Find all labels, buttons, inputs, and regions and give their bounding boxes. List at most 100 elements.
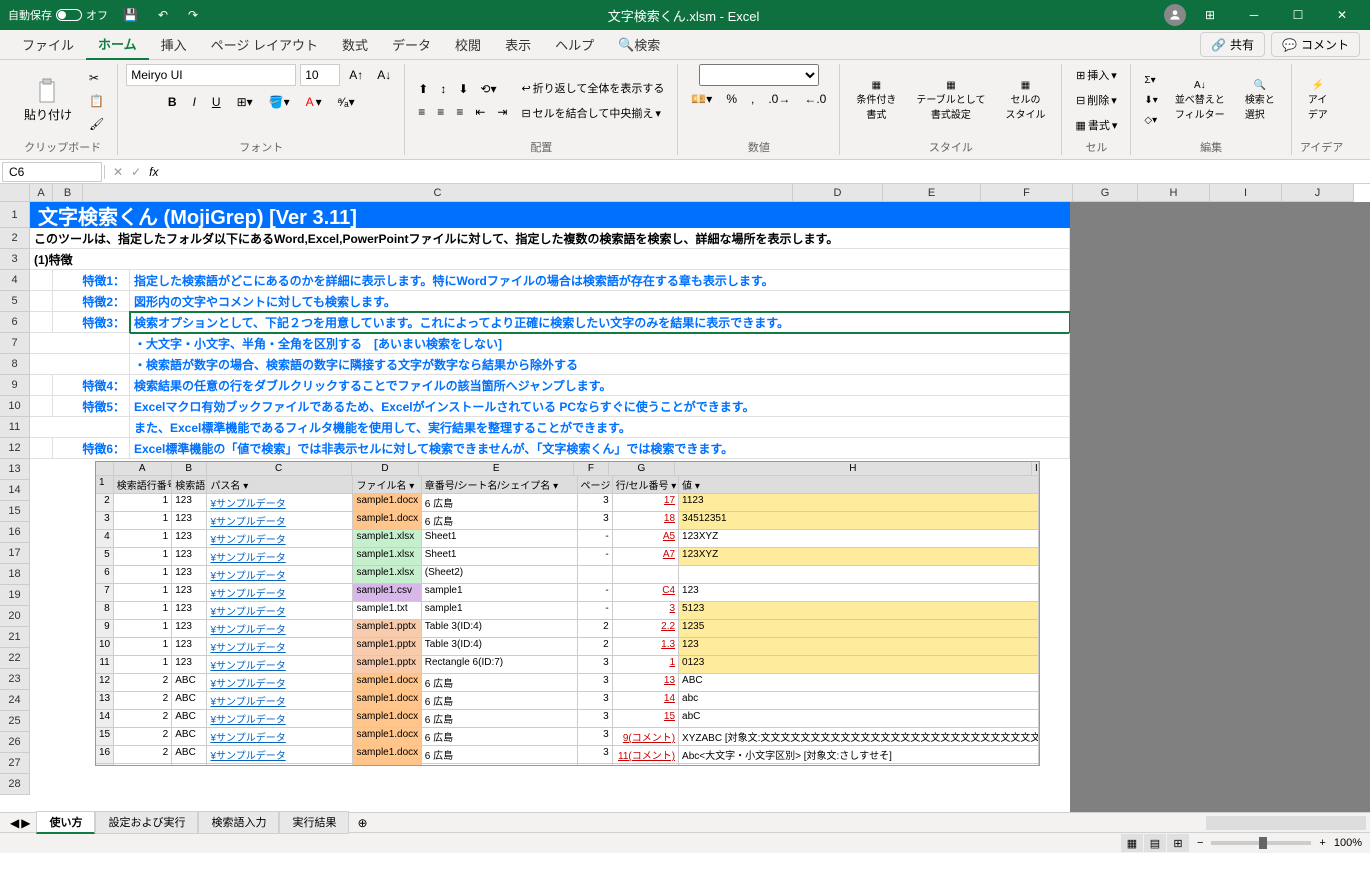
font-name-input[interactable] bbox=[126, 64, 296, 86]
comma-icon[interactable]: , bbox=[746, 89, 759, 109]
row-header-16[interactable]: 16 bbox=[0, 522, 30, 543]
col-header-D[interactable]: D bbox=[793, 184, 883, 202]
row-header-28[interactable]: 28 bbox=[0, 774, 30, 795]
tab-file[interactable]: ファイル bbox=[10, 30, 86, 60]
user-avatar-icon[interactable] bbox=[1164, 4, 1186, 26]
tab-help[interactable]: ヘルプ bbox=[543, 30, 606, 60]
sheet-tab-1[interactable]: 設定および実行 bbox=[95, 811, 198, 834]
delete-cells-button[interactable]: ⊟ 削除 ▾ bbox=[1071, 89, 1122, 111]
row-header-18[interactable]: 18 bbox=[0, 564, 30, 585]
tab-home[interactable]: ホーム bbox=[86, 30, 149, 60]
col-header-F[interactable]: F bbox=[981, 184, 1073, 202]
share-button[interactable]: 🔗 共有 bbox=[1200, 32, 1265, 57]
page-layout-view-icon[interactable]: ▤ bbox=[1144, 834, 1166, 852]
select-all-corner[interactable] bbox=[0, 184, 30, 202]
cut-icon[interactable]: ✂ bbox=[84, 68, 109, 88]
increase-decimal-icon[interactable]: .0→ bbox=[763, 89, 795, 109]
undo-icon[interactable]: ↶ bbox=[153, 5, 173, 25]
align-center-icon[interactable]: ≡ bbox=[432, 102, 449, 122]
orientation-icon[interactable]: ⟲▾ bbox=[475, 79, 501, 99]
merge-center-button[interactable]: ⊟ セルを結合して中央揃え ▾ bbox=[516, 102, 669, 124]
indent-dec-icon[interactable]: ⇤ bbox=[470, 102, 490, 122]
tab-formulas[interactable]: 数式 bbox=[330, 30, 380, 60]
formula-input[interactable] bbox=[166, 165, 1362, 179]
maximize-button[interactable]: ☐ bbox=[1278, 0, 1318, 30]
row-header-12[interactable]: 12 bbox=[0, 438, 30, 459]
col-header-B[interactable]: B bbox=[53, 184, 83, 202]
conditional-format-button[interactable]: ▦条件付き 書式 bbox=[848, 76, 904, 125]
row-header-21[interactable]: 21 bbox=[0, 627, 30, 648]
sheet-tab-2[interactable]: 検索語入力 bbox=[198, 811, 279, 834]
tab-view[interactable]: 表示 bbox=[493, 30, 543, 60]
increase-font-icon[interactable]: A↑ bbox=[344, 64, 368, 86]
bold-icon[interactable]: B bbox=[163, 92, 182, 112]
save-icon[interactable]: 💾 bbox=[118, 5, 143, 25]
number-format-select[interactable] bbox=[699, 64, 819, 86]
tab-data[interactable]: データ bbox=[380, 30, 443, 60]
col-header-H[interactable]: H bbox=[1138, 184, 1210, 202]
row-header-4[interactable]: 4 bbox=[0, 270, 30, 291]
row-header-5[interactable]: 5 bbox=[0, 291, 30, 312]
percent-icon[interactable]: % bbox=[721, 89, 742, 109]
tab-review[interactable]: 校閲 bbox=[443, 30, 493, 60]
row-header-10[interactable]: 10 bbox=[0, 396, 30, 417]
row-header-9[interactable]: 9 bbox=[0, 375, 30, 396]
col-header-G[interactable]: G bbox=[1073, 184, 1138, 202]
phonetic-icon[interactable]: ᵃ⁄ₐ▾ bbox=[333, 92, 360, 112]
sheet-next-icon[interactable]: ▶ bbox=[21, 816, 30, 830]
col-header-J[interactable]: J bbox=[1282, 184, 1354, 202]
fill-color-icon[interactable]: 🪣▾ bbox=[264, 92, 295, 112]
row-header-15[interactable]: 15 bbox=[0, 501, 30, 522]
horizontal-scrollbar[interactable] bbox=[1206, 816, 1366, 830]
row-header-17[interactable]: 17 bbox=[0, 543, 30, 564]
ideas-button[interactable]: ⚡アイ デア bbox=[1300, 76, 1336, 125]
align-middle-icon[interactable]: ↕ bbox=[435, 79, 451, 99]
col-header-E[interactable]: E bbox=[883, 184, 981, 202]
col-header-A[interactable]: A bbox=[30, 184, 53, 202]
format-painter-icon[interactable]: 🖌 bbox=[84, 114, 109, 134]
row-header-3[interactable]: 3 bbox=[0, 249, 30, 270]
page-break-view-icon[interactable]: ⊞ bbox=[1167, 834, 1189, 852]
fill-icon[interactable]: ⬇▾ bbox=[1139, 92, 1162, 109]
decrease-font-icon[interactable]: A↓ bbox=[372, 64, 396, 86]
font-color-icon[interactable]: A▾ bbox=[301, 92, 327, 112]
sheet-prev-icon[interactable]: ◀ bbox=[10, 816, 19, 830]
row-header-19[interactable]: 19 bbox=[0, 585, 30, 606]
decrease-decimal-icon[interactable]: ←.0 bbox=[799, 89, 831, 109]
clear-icon[interactable]: ◇▾ bbox=[1139, 112, 1162, 129]
row-header-13[interactable]: 13 bbox=[0, 459, 30, 480]
row-header-23[interactable]: 23 bbox=[0, 669, 30, 690]
name-box[interactable]: C6 bbox=[2, 162, 102, 182]
sheet-tab-0[interactable]: 使い方 bbox=[36, 811, 95, 834]
sort-filter-button[interactable]: A↓並べ替えと フィルター bbox=[1167, 76, 1233, 125]
align-top-icon[interactable]: ⬆ bbox=[413, 79, 433, 99]
zoom-slider[interactable] bbox=[1211, 841, 1311, 845]
row-header-27[interactable]: 27 bbox=[0, 753, 30, 774]
border-icon[interactable]: ⊞▾ bbox=[232, 92, 258, 112]
accept-formula-icon[interactable]: ✓ bbox=[131, 165, 141, 179]
align-right-icon[interactable]: ≡ bbox=[451, 102, 468, 122]
copy-icon[interactable]: 📋 bbox=[84, 91, 109, 111]
row-header-11[interactable]: 11 bbox=[0, 417, 30, 438]
cancel-formula-icon[interactable]: ✕ bbox=[113, 165, 123, 179]
comment-button[interactable]: 💬 コメント bbox=[1271, 32, 1360, 57]
indent-inc-icon[interactable]: ⇥ bbox=[492, 102, 512, 122]
autosum-icon[interactable]: Σ▾ bbox=[1139, 72, 1162, 89]
row-header-8[interactable]: 8 bbox=[0, 354, 30, 375]
col-header-I[interactable]: I bbox=[1210, 184, 1282, 202]
normal-view-icon[interactable]: ▦ bbox=[1121, 834, 1143, 852]
zoom-level[interactable]: 100% bbox=[1334, 837, 1362, 849]
row-header-1[interactable]: 1 bbox=[0, 202, 30, 228]
underline-icon[interactable]: U bbox=[207, 92, 226, 112]
col-header-C[interactable]: C bbox=[83, 184, 793, 202]
row-header-25[interactable]: 25 bbox=[0, 711, 30, 732]
row-header-2[interactable]: 2 bbox=[0, 228, 30, 249]
align-left-icon[interactable]: ≡ bbox=[413, 102, 430, 122]
row-header-26[interactable]: 26 bbox=[0, 732, 30, 753]
tab-pagelayout[interactable]: ページ レイアウト bbox=[199, 30, 330, 60]
format-table-button[interactable]: ▦テーブルとして 書式設定 bbox=[908, 76, 993, 125]
row-header-14[interactable]: 14 bbox=[0, 480, 30, 501]
insert-cells-button[interactable]: ⊞ 挿入 ▾ bbox=[1071, 64, 1122, 86]
zoom-in-icon[interactable]: + bbox=[1319, 837, 1325, 849]
align-bottom-icon[interactable]: ⬇ bbox=[453, 79, 473, 99]
